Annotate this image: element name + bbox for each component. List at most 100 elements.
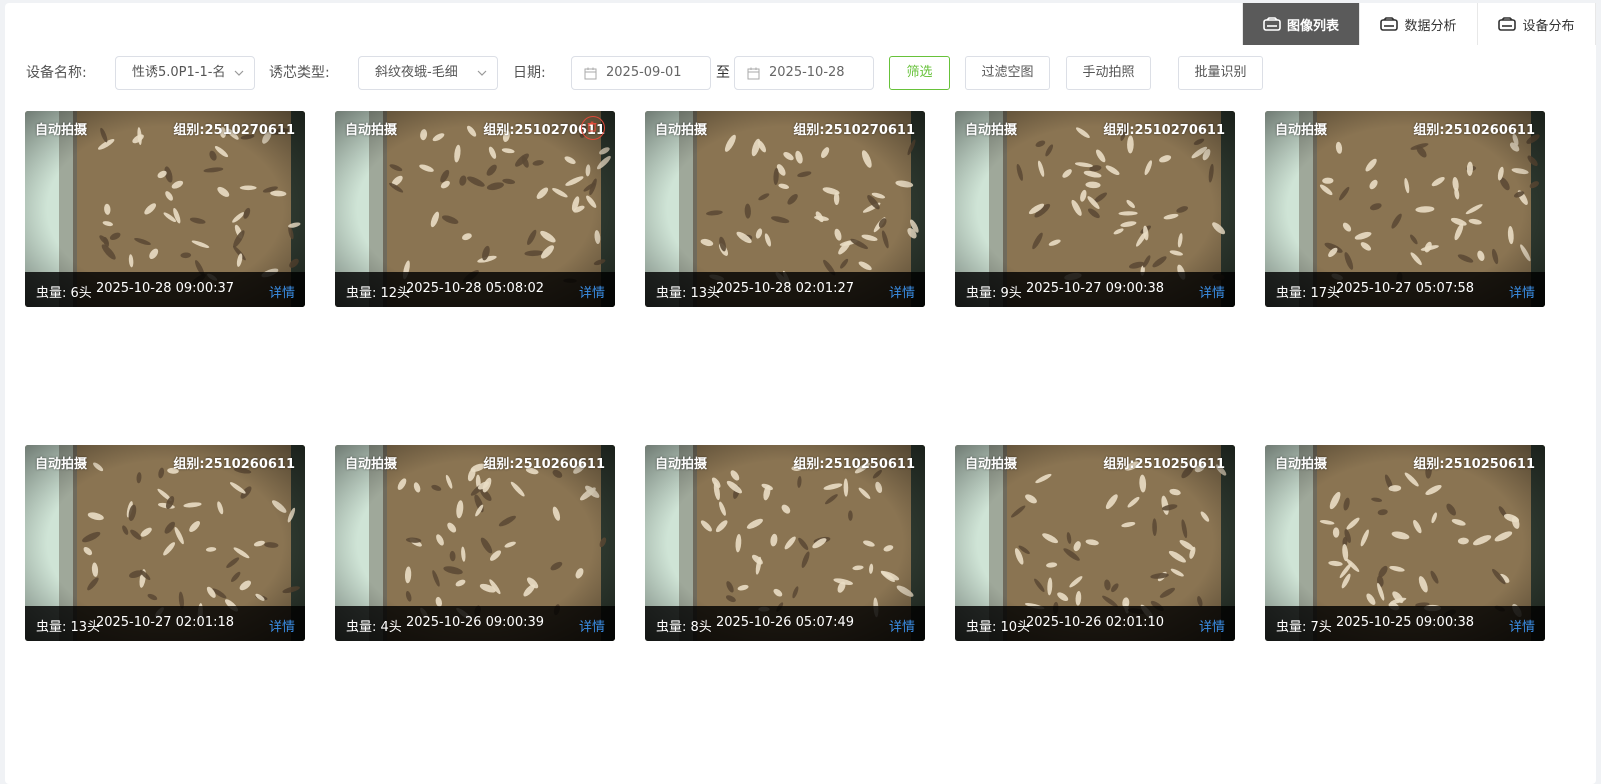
detail-link[interactable]: 详情 [889,282,915,301]
capture-time: 2025-10-28 09:00:37 [95,281,235,296]
start-date-value: 2025-09-01 [606,65,682,80]
card-footer: 虫量: 4头 2025-10-26 09:00:39 详情 [335,606,615,641]
end-date-input[interactable]: 2025-10-28 [734,56,874,90]
capture-time: 2025-10-28 05:08:02 [405,281,545,296]
date-range-separator: 至 [716,65,730,81]
capture-time: 2025-10-27 02:01:18 [95,615,235,630]
card-footer: 虫量: 17头 2025-10-27 05:07:58 详情 [1265,272,1545,307]
detail-link[interactable]: 详情 [269,282,295,301]
card-footer: 虫量: 13头 2025-10-28 02:01:27 详情 [645,272,925,307]
image-card[interactable]: 自动拍摄 组别:2510250611 虫量: 10头 2025-10-26 02… [955,445,1235,641]
card-header: 自动拍摄 组别:2510260611 [25,445,305,473]
image-card[interactable]: 自动拍摄 组别:2510250611 虫量: 8头 2025-10-26 05:… [645,445,925,641]
card-footer: 虫量: 7头 2025-10-25 09:00:38 详情 [1265,606,1545,641]
capture-mode: 自动拍摄 [345,123,398,138]
delete-icon[interactable] [581,116,605,140]
capture-time: 2025-10-26 02:01:10 [1025,615,1165,630]
device-icon [1498,17,1517,31]
capture-time: 2025-10-27 09:00:38 [1025,281,1165,296]
detail-link[interactable]: 详情 [1199,616,1225,635]
detail-link[interactable]: 详情 [579,616,605,635]
capture-mode: 自动拍摄 [655,123,708,138]
capture-time: 2025-10-28 02:01:27 [715,281,855,296]
capture-mode: 自动拍摄 [655,457,708,472]
start-date-input[interactable]: 2025-09-01 [571,56,711,90]
manual-photo-button[interactable]: 手动拍照 [1066,56,1151,90]
card-footer: 虫量: 8头 2025-10-26 05:07:49 详情 [645,606,925,641]
card-header: 自动拍摄 组别:2510260611 [335,445,615,473]
capture-mode: 自动拍摄 [35,457,88,472]
card-footer: 虫量: 13头 2025-10-27 02:01:18 详情 [25,606,305,641]
device-select[interactable]: 性诱5.0P1-1-名 [115,56,255,90]
detail-link[interactable]: 详情 [579,282,605,301]
filter-bar: 设备名称: 性诱5.0P1-1-名 诱芯类型: 斜纹夜蛾-毛细 日期: 2025… [5,56,1596,92]
detail-link[interactable]: 详情 [269,616,295,635]
capture-mode: 自动拍摄 [1275,457,1328,472]
tab-device-distribution[interactable]: 设备分布 [1478,3,1596,45]
chevron-down-icon [234,68,244,78]
capture-mode: 自动拍摄 [965,457,1018,472]
card-footer: 虫量: 9头 2025-10-27 09:00:38 详情 [955,272,1235,307]
date-label: 日期: [513,65,546,81]
card-header: 自动拍摄 组别:2510250611 [645,445,925,473]
card-header: 自动拍摄 组别:2510250611 [955,445,1235,473]
tab-image-list[interactable]: 图像列表 [1243,3,1360,45]
tab-data-analysis[interactable]: 数据分析 [1360,3,1478,45]
card-footer: 虫量: 6头 2025-10-28 09:00:37 详情 [25,272,305,307]
tab-label: 图像列表 [1286,18,1339,34]
group-id: 组别:2510250611 [1103,457,1225,472]
card-header: 自动拍摄 组别:2510270611 [645,111,925,139]
calendar-icon [747,67,760,80]
page-panel: 图像列表 数据分析 设备分布 设备名称: 性诱5.0P1-1-名 诱芯类型: 斜… [5,3,1596,784]
device-name-label: 设备名称: [26,65,87,81]
image-card[interactable]: 自动拍摄 组别:2510270611 虫量: 13头 2025-10-28 02… [645,111,925,307]
card-header: 自动拍摄 组别:2510270611 [955,111,1235,139]
group-id: 组别:2510270611 [793,123,915,138]
group-id: 组别:2510270611 [173,123,295,138]
filter-button[interactable]: 筛选 [889,56,950,90]
card-header: 自动拍摄 组别:2510250611 [1265,445,1545,473]
end-date-value: 2025-10-28 [769,65,845,80]
card-header: 自动拍摄 组别:2510270611 [335,111,615,139]
lure-type-select-value: 斜纹夜蛾-毛细 [375,65,458,80]
capture-mode: 自动拍摄 [35,123,88,138]
lure-type-select[interactable]: 斜纹夜蛾-毛细 [358,56,498,90]
capture-time: 2025-10-26 09:00:39 [405,615,545,630]
image-card[interactable]: 自动拍摄 组别:2510270611 虫量: 6头 2025-10-28 09:… [25,111,305,307]
capture-time: 2025-10-25 09:00:38 [1335,615,1475,630]
device-icon [1380,17,1399,31]
detail-link[interactable]: 详情 [1509,616,1535,635]
image-card[interactable]: 自动拍摄 组别:2510250611 虫量: 7头 2025-10-25 09:… [1265,445,1545,641]
image-card[interactable]: 自动拍摄 组别:2510270611 虫量: 9头 2025-10-27 09:… [955,111,1235,307]
filter-empty-button[interactable]: 过滤空图 [965,56,1050,90]
card-footer: 虫量: 12头 2025-10-28 05:08:02 详情 [335,272,615,307]
group-id: 组别:2510260611 [1413,123,1535,138]
detail-link[interactable]: 详情 [1199,282,1225,301]
card-header: 自动拍摄 组别:2510260611 [1265,111,1545,139]
image-card[interactable]: 自动拍摄 组别:2510260611 虫量: 4头 2025-10-26 09:… [335,445,615,641]
chevron-down-icon [477,68,487,78]
group-id: 组别:2510260611 [483,457,605,472]
tab-label: 数据分析 [1404,18,1457,34]
group-id: 组别:2510270611 [1103,123,1225,138]
lure-type-label: 诱芯类型: [269,65,330,81]
capture-time: 2025-10-26 05:07:49 [715,615,855,630]
card-footer: 虫量: 10头 2025-10-26 02:01:10 详情 [955,606,1235,641]
group-id: 组别:2510250611 [1413,457,1535,472]
capture-mode: 自动拍摄 [1275,123,1328,138]
tab-label: 设备分布 [1522,18,1575,34]
capture-time: 2025-10-27 05:07:58 [1335,281,1475,296]
capture-mode: 自动拍摄 [965,123,1018,138]
batch-recognize-button[interactable]: 批量识别 [1178,56,1263,90]
device-select-value: 性诱5.0P1-1-名 [132,65,226,80]
card-header: 自动拍摄 组别:2510270611 [25,111,305,139]
image-card[interactable]: 自动拍摄 组别:2510270611 虫量: 12头 2025-10-28 05… [335,111,615,307]
view-tabs: 图像列表 数据分析 设备分布 [1242,3,1596,45]
capture-mode: 自动拍摄 [345,457,398,472]
group-id: 组别:2510250611 [793,457,915,472]
device-icon [1263,17,1281,31]
image-card[interactable]: 自动拍摄 组别:2510260611 虫量: 17头 2025-10-27 05… [1265,111,1545,307]
detail-link[interactable]: 详情 [889,616,915,635]
image-card[interactable]: 自动拍摄 组别:2510260611 虫量: 13头 2025-10-27 02… [25,445,305,641]
detail-link[interactable]: 详情 [1509,282,1535,301]
